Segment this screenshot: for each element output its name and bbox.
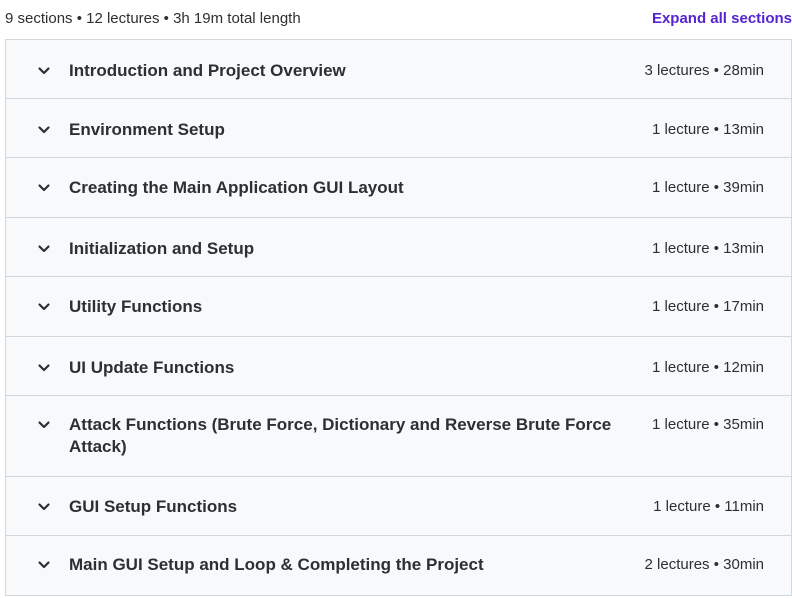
section-title: UI Update Functions	[69, 358, 235, 377]
curriculum-section[interactable]: Introduction and Project Overview 3 lectu…	[6, 40, 791, 99]
curriculum-section[interactable]: Creating the Main Application GUI Layout…	[6, 158, 791, 218]
chevron-down-icon[interactable]	[6, 177, 69, 199]
section-lecture-count: 1 lecture • 39min	[652, 179, 764, 196]
curriculum-section[interactable]: Main GUI Setup and Loop & Completing the…	[6, 536, 791, 596]
chevron-down-icon[interactable]	[6, 554, 69, 576]
chevron-down-icon[interactable]	[6, 296, 69, 318]
chevron-down-icon[interactable]	[6, 119, 69, 141]
curriculum-section[interactable]: Attack Functions (Brute Force, Dictionar…	[6, 396, 791, 477]
section-title: Initialization and Setup	[69, 239, 255, 258]
section-title: Introduction and Project Overview	[69, 61, 346, 80]
curriculum-section[interactable]: Utility Functions 1 lecture • 17min	[6, 277, 791, 337]
section-title: Attack Functions (Brute Force, Dictionar…	[69, 415, 612, 456]
curriculum-summary-bar: 9 sections • 12 lectures • 3h 19m total …	[0, 0, 792, 36]
section-lecture-count: 1 lecture • 13min	[652, 240, 764, 257]
section-title: Main GUI Setup and Loop & Completing the…	[69, 555, 484, 574]
section-lecture-count: 1 lecture • 17min	[652, 298, 764, 315]
section-lecture-count: 3 lectures • 28min	[644, 62, 764, 79]
curriculum-section[interactable]: UI Update Functions 1 lecture • 12min	[6, 337, 791, 396]
section-lecture-count: 2 lectures • 30min	[644, 556, 764, 573]
section-title: Utility Functions	[69, 297, 203, 316]
curriculum-section[interactable]: GUI Setup Functions 1 lecture • 11min	[6, 477, 791, 536]
chevron-down-icon[interactable]	[6, 357, 69, 379]
curriculum-section[interactable]: Initialization and Setup 1 lecture • 13mi…	[6, 218, 791, 277]
expand-all-sections-button[interactable]: Expand all sections	[652, 10, 792, 27]
section-lecture-count: 1 lecture • 12min	[652, 359, 764, 376]
section-title: GUI Setup Functions	[69, 497, 238, 516]
section-lecture-count: 1 lecture • 11min	[653, 498, 764, 515]
section-lecture-count: 1 lecture • 35min	[652, 416, 764, 433]
curriculum-section[interactable]: Environment Setup 1 lecture • 13min	[6, 99, 791, 158]
chevron-down-icon[interactable]	[6, 238, 69, 260]
chevron-down-icon[interactable]	[6, 60, 69, 82]
section-title: Environment Setup	[69, 120, 225, 139]
chevron-down-icon[interactable]	[6, 414, 69, 436]
chevron-down-icon[interactable]	[6, 496, 69, 518]
section-title: Creating the Main Application GUI Layout	[69, 178, 404, 197]
curriculum-summary: 9 sections • 12 lectures • 3h 19m total …	[5, 9, 301, 27]
section-lecture-count: 1 lecture • 13min	[652, 121, 764, 138]
curriculum-accordion: Introduction and Project Overview 3 lectu…	[5, 39, 792, 596]
